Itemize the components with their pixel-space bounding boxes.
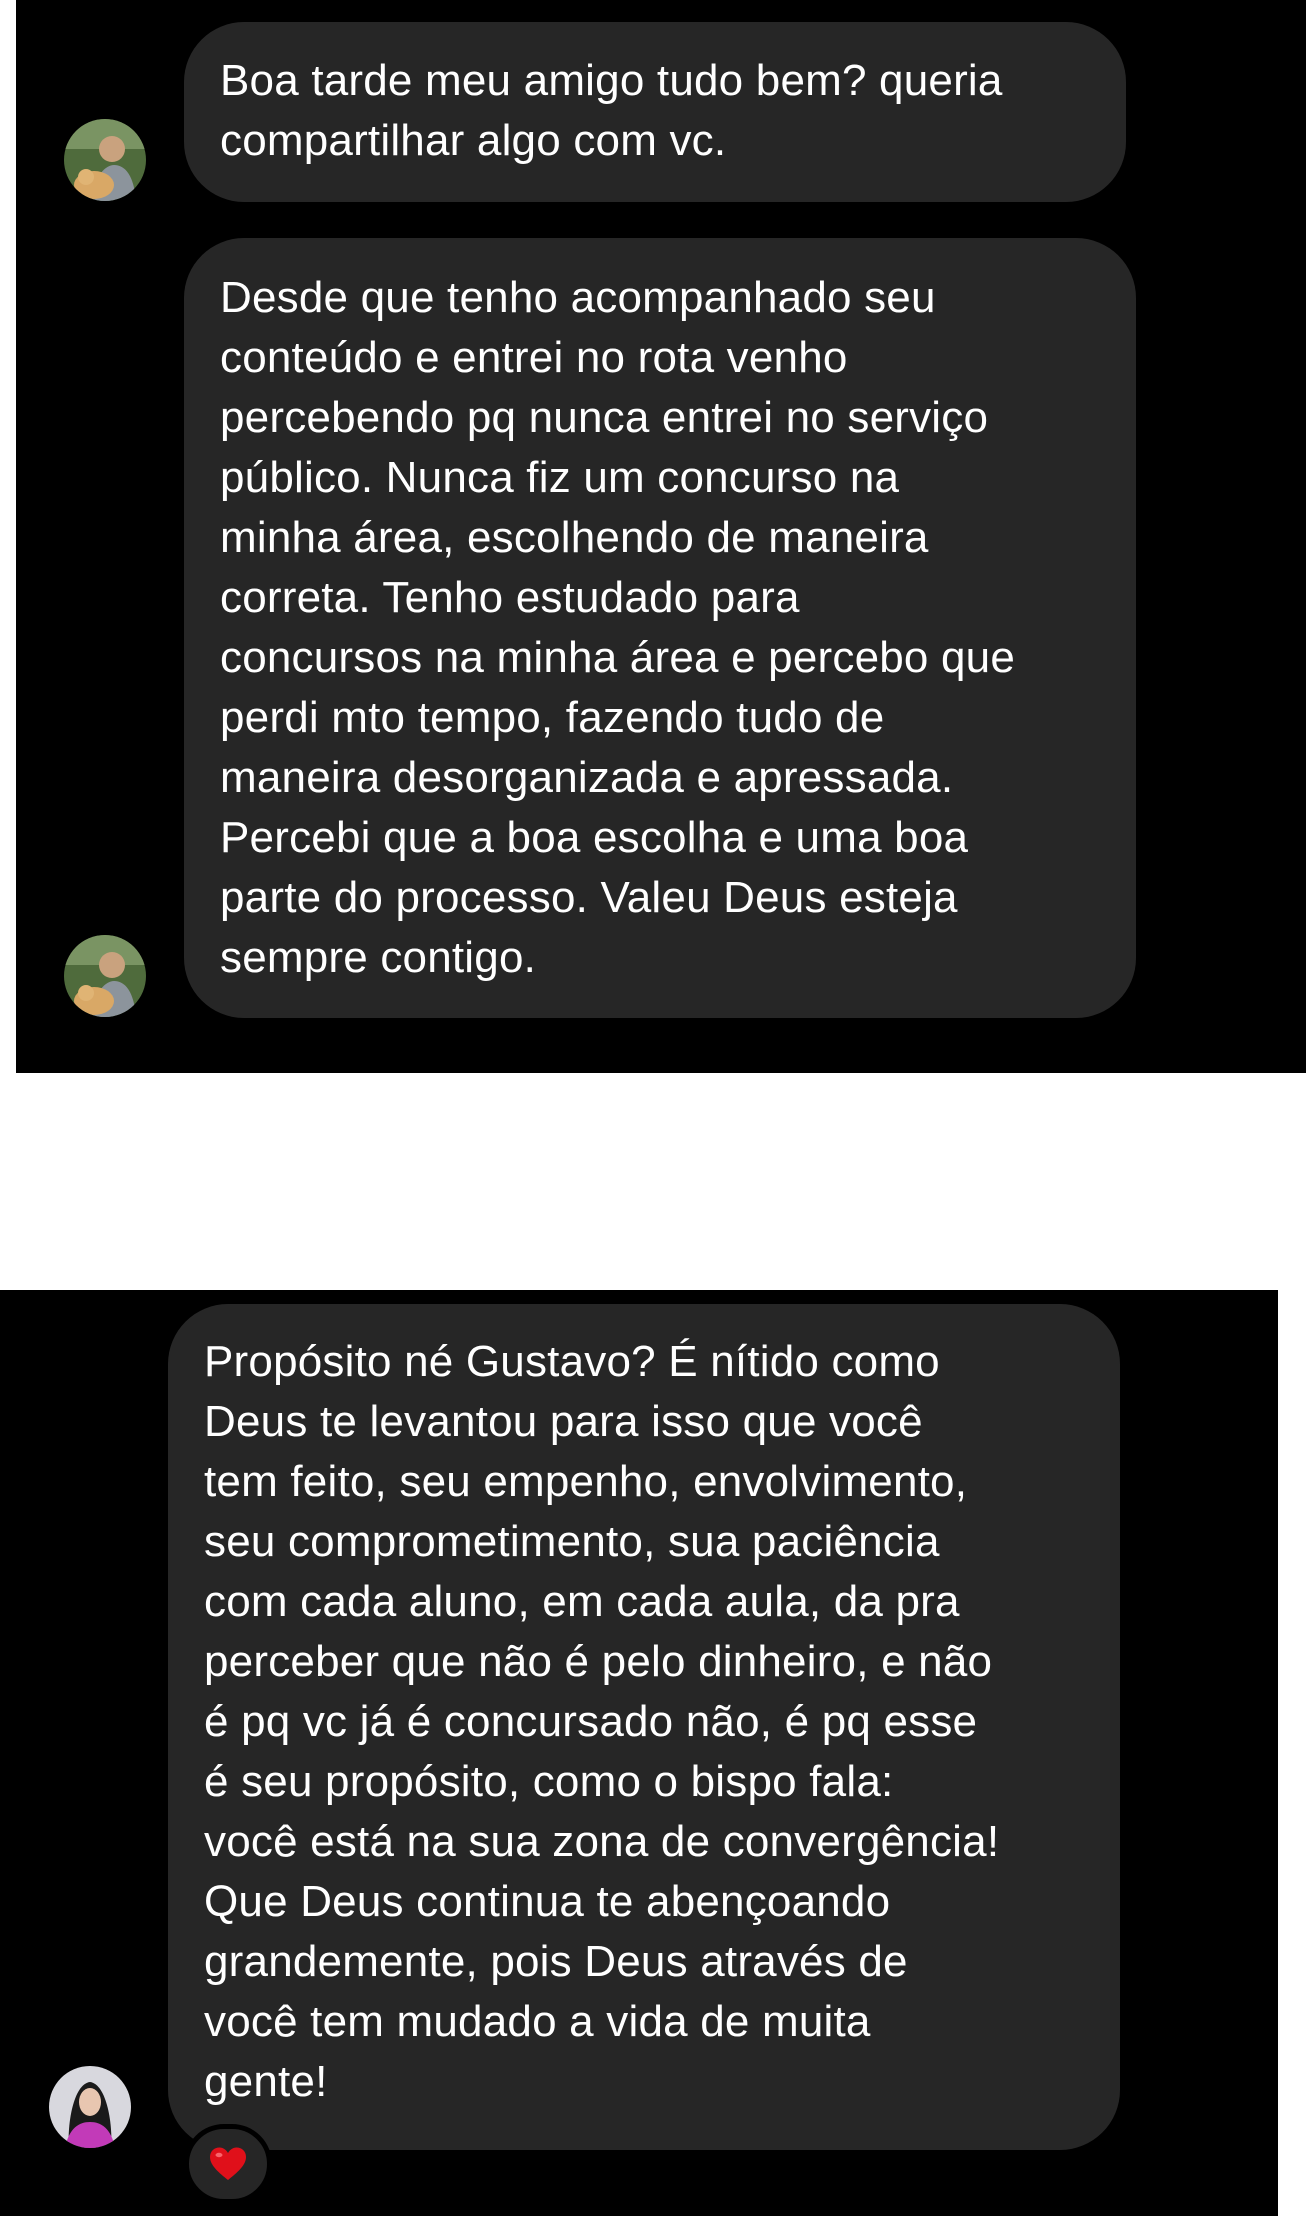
sender-avatar[interactable] — [64, 119, 146, 201]
message-bubble[interactable]: Desde que tenho acompanhado seu conteúdo… — [184, 238, 1136, 1018]
profile-photo-icon — [64, 935, 146, 1017]
profile-photo-icon — [64, 119, 146, 201]
message-reaction[interactable] — [184, 2124, 272, 2204]
profile-photo-icon — [49, 2066, 131, 2148]
chat-screenshot-2: Propósito né Gustavo? É nítido como Deus… — [0, 1290, 1278, 2216]
sender-avatar[interactable] — [49, 2066, 131, 2148]
sender-avatar[interactable] — [64, 935, 146, 1017]
message-bubble[interactable]: Propósito né Gustavo? É nítido como Deus… — [168, 1304, 1120, 2150]
chat-screenshot-1: Boa tarde meu amigo tudo bem? queria com… — [16, 0, 1306, 1073]
heart-icon — [210, 2147, 246, 2180]
message-bubble[interactable]: Boa tarde meu amigo tudo bem? queria com… — [184, 22, 1126, 202]
